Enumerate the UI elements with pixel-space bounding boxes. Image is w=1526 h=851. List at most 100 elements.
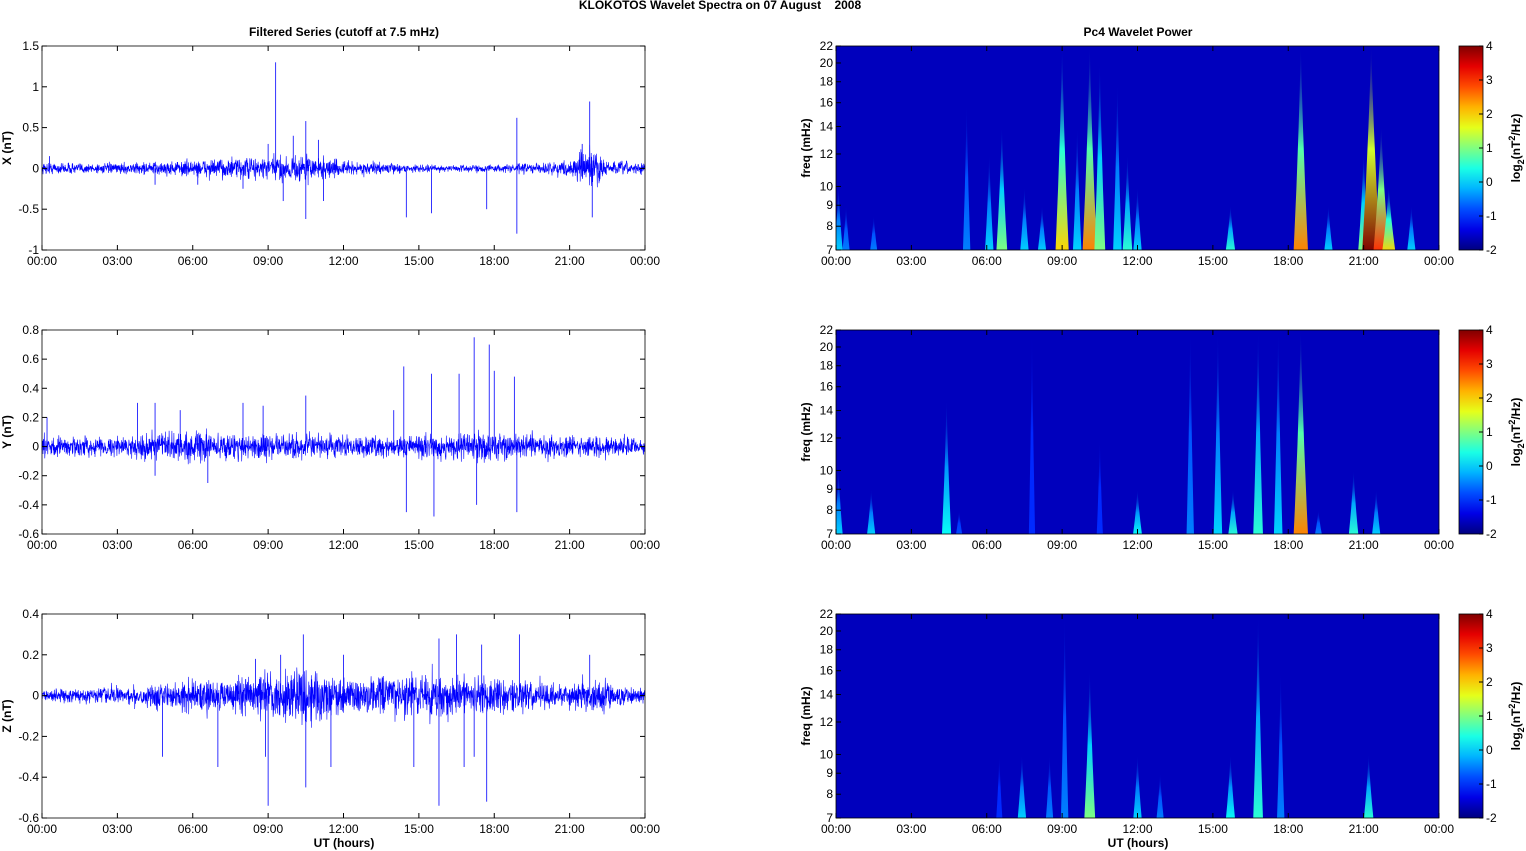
ytick-label: 9 bbox=[826, 766, 833, 780]
sp-1-xtick-label: 15:00 bbox=[1198, 538, 1228, 552]
sp-1-xtick-label: 18:00 bbox=[1273, 538, 1303, 552]
ts-2-xtick-label: 21:00 bbox=[555, 822, 585, 836]
colorbar-label-unit: (nT bbox=[1509, 708, 1523, 727]
sp-2-xtick-label: 18:00 bbox=[1273, 822, 1303, 836]
sp-0-xtick-label: 15:00 bbox=[1198, 254, 1228, 268]
ylabel: Z (nT) bbox=[0, 699, 14, 732]
colorbar: -2 -1 0 1 2 3 4 log2(nT2/Hz) bbox=[1458, 323, 1526, 541]
ytick-label: 8 bbox=[826, 787, 833, 801]
ylabel: freq (mHz) bbox=[799, 686, 813, 745]
ytick-label: 22 bbox=[820, 39, 834, 53]
colorbar-tick-label: 2 bbox=[1486, 675, 1493, 689]
colorbar-tick-label: -2 bbox=[1486, 527, 1497, 541]
timeseries-panel-y: -0.6-0.4-0.200.20.40.60.8Y (nT) bbox=[0, 323, 646, 541]
colorbar-tick-label: 2 bbox=[1486, 391, 1493, 405]
ytick-label: 12 bbox=[820, 715, 834, 729]
colorbar-tick-label: 0 bbox=[1486, 743, 1493, 757]
sp-2-xtick-label: 09:00 bbox=[1047, 822, 1077, 836]
ytick-label: 8 bbox=[826, 219, 833, 233]
ts-0-xtick-label: 12:00 bbox=[328, 254, 358, 268]
spectrum-panel-1: 78910121416182022freq (mHz)-2-101234log2… bbox=[799, 323, 1526, 541]
sp-0-xtick-label: 06:00 bbox=[972, 254, 1002, 268]
colorbar-label-log: log bbox=[1509, 164, 1523, 182]
ytick-label: 18 bbox=[820, 359, 834, 373]
ts-1-xtick-label: 00:00 bbox=[27, 538, 57, 552]
ytick-label: 0 bbox=[32, 689, 39, 703]
colorbar-label: log2(nT2/Hz) bbox=[1507, 114, 1526, 183]
figure: KLOKOTOS Wavelet Spectra on 07 August 20… bbox=[0, 0, 1526, 850]
sp-2-xtick-label: 00:00 bbox=[821, 822, 851, 836]
ytick-label: 0 bbox=[32, 161, 39, 175]
sp-0-xtick-label: 09:00 bbox=[1047, 254, 1077, 268]
ts-0-xtick-label: 00:00 bbox=[630, 254, 660, 268]
sp-2-xtick-label: 21:00 bbox=[1349, 822, 1379, 836]
ytick-label: 0.6 bbox=[22, 352, 39, 366]
ts-1-xtick-label: 00:00 bbox=[630, 538, 660, 552]
colorbar-label-unit: (nT bbox=[1509, 424, 1523, 443]
ytick-label: 9 bbox=[826, 482, 833, 496]
sp-2-xtick-label: 12:00 bbox=[1122, 822, 1152, 836]
sp-1-xtick-label: 06:00 bbox=[972, 538, 1002, 552]
sp-1-xtick-label: 09:00 bbox=[1047, 538, 1077, 552]
colorbar-tick-label: 0 bbox=[1486, 459, 1493, 473]
colorbar-tick-label: 4 bbox=[1486, 39, 1493, 53]
ytick-label: 0 bbox=[32, 440, 39, 454]
colorbar-tick-label: -1 bbox=[1486, 209, 1497, 223]
ytick-label: -0.2 bbox=[18, 729, 39, 743]
ytick-label: 0.2 bbox=[22, 410, 39, 424]
ytick-label: 12 bbox=[820, 147, 834, 161]
colorbar-tick-label: 1 bbox=[1486, 709, 1493, 723]
colorbar-tick-label: 3 bbox=[1486, 73, 1493, 87]
colorbar-tick-label: 3 bbox=[1486, 357, 1493, 371]
ts-1-xtick-label: 21:00 bbox=[555, 538, 585, 552]
ts-2-xtick-label: 00:00 bbox=[27, 822, 57, 836]
colorbar-tick-label: 2 bbox=[1486, 107, 1493, 121]
ts-2-xtick-label: 18:00 bbox=[479, 822, 509, 836]
ytick-label: 14 bbox=[820, 688, 834, 702]
ytick-label: 1 bbox=[32, 80, 39, 94]
ylabel: Y (nT) bbox=[0, 415, 14, 449]
sp-0-xtick-label: 00:00 bbox=[1424, 254, 1454, 268]
right-column-title: Pc4 Wavelet Power bbox=[1084, 25, 1193, 39]
ytick-label: 16 bbox=[820, 96, 834, 110]
colorbar-tick-label: -1 bbox=[1486, 493, 1497, 507]
colorbar-tick-label: 1 bbox=[1486, 141, 1493, 155]
colorbar-tick-label: 1 bbox=[1486, 425, 1493, 439]
ytick-label: 1.5 bbox=[22, 39, 39, 53]
colorbar-label-unit-tail: /Hz) bbox=[1509, 114, 1523, 136]
sp-1-xtick-label: 21:00 bbox=[1349, 538, 1379, 552]
ytick-label: 22 bbox=[820, 323, 834, 337]
sp-1-xtick-label: 12:00 bbox=[1122, 538, 1152, 552]
right-xlabel: UT (hours) bbox=[1108, 836, 1169, 850]
ytick-label: 18 bbox=[820, 75, 834, 89]
ts-1-xtick-label: 06:00 bbox=[178, 538, 208, 552]
colorbar-tick-label: 4 bbox=[1486, 607, 1493, 621]
sp-1-xtick-label: 00:00 bbox=[821, 538, 851, 552]
timeseries-panel-z: -0.6-0.4-0.200.20.4Z (nT) bbox=[0, 607, 646, 825]
ylabel: freq (mHz) bbox=[799, 118, 813, 177]
ytick-label: 20 bbox=[820, 624, 834, 638]
colorbar-tick-label: -2 bbox=[1486, 243, 1497, 257]
ylabel: freq (mHz) bbox=[799, 402, 813, 461]
colorbar-tick-label: -1 bbox=[1486, 777, 1497, 791]
ts-1-xtick-label: 18:00 bbox=[479, 538, 509, 552]
sp-2-xtick-label: 03:00 bbox=[896, 822, 926, 836]
colorbar: -2 -1 0 1 2 3 4 log2(nT2/Hz) bbox=[1458, 39, 1526, 257]
ytick-label: -0.4 bbox=[18, 498, 39, 512]
ytick-label: 14 bbox=[820, 404, 834, 418]
ts-0-xtick-label: 21:00 bbox=[555, 254, 585, 268]
ytick-label: 10 bbox=[820, 463, 834, 477]
sp-1-xtick-label: 03:00 bbox=[896, 538, 926, 552]
ytick-label: 0.2 bbox=[22, 648, 39, 662]
ytick-label: 14 bbox=[820, 120, 834, 134]
spectrum-panel-0: 78910121416182022freq (mHz)-2-101234log2… bbox=[799, 39, 1526, 257]
figure-title: KLOKOTOS Wavelet Spectra on 07 August 20… bbox=[579, 0, 862, 12]
ts-2-xtick-label: 06:00 bbox=[178, 822, 208, 836]
ts-0-xtick-label: 00:00 bbox=[27, 254, 57, 268]
colorbar-label-log: log bbox=[1509, 732, 1523, 750]
ts-2-xtick-label: 00:00 bbox=[630, 822, 660, 836]
ts-1-xtick-label: 12:00 bbox=[328, 538, 358, 552]
ytick-label: 0.4 bbox=[22, 607, 39, 621]
ts-0-xtick-label: 06:00 bbox=[178, 254, 208, 268]
ytick-label: 10 bbox=[820, 747, 834, 761]
